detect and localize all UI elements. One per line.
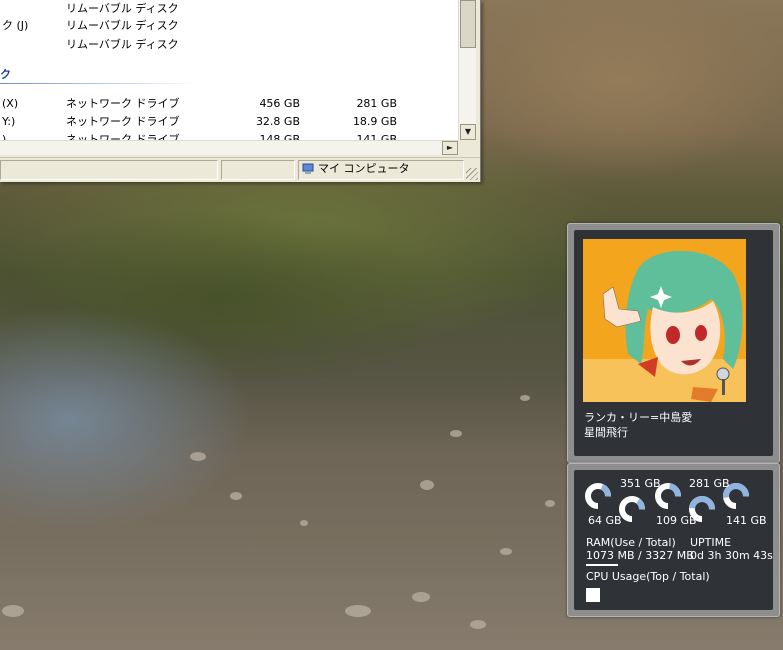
horizontal-scrollbar[interactable]: ►	[0, 140, 458, 155]
system-monitor-panel: 64 GB 351 GB 109 GB 281 GB 141 GB RAM(Us…	[574, 470, 773, 610]
drive-type: リムーバブル ディスク	[66, 19, 179, 32]
cpu-usage-graph	[586, 588, 600, 602]
system-monitor-gadget: 64 GB 351 GB 109 GB 281 GB 141 GB RAM(Us…	[567, 463, 780, 617]
drive-type: リムーバブル ディスク	[66, 2, 179, 15]
list-item[interactable]: ) ネットワーク ドライブ 148 GB 141 GB	[0, 131, 458, 140]
drive-label: 281 GB	[689, 477, 730, 490]
group-label: ク	[0, 68, 11, 81]
list-item[interactable]: リムーバブル ディスク	[0, 0, 458, 18]
drive-type: リムーバブル ディスク	[66, 38, 179, 51]
status-bar: マイ コンピュータ	[0, 157, 480, 182]
drive-type: ネットワーク ドライブ	[66, 97, 180, 110]
status-segment	[0, 160, 218, 180]
track-artist: 星間飛行	[584, 426, 628, 439]
music-gadget: ランカ・リー=中島愛 星間飛行	[567, 223, 780, 463]
my-computer-icon	[302, 163, 314, 174]
list-item[interactable]: Y:) ネットワーク ドライブ 32.8 GB 18.9 GB	[0, 113, 458, 131]
ram-label: RAM(Use / Total)	[586, 536, 676, 549]
list-item[interactable]: リムーバブル ディスク	[0, 36, 458, 54]
drive-name: ク (J)	[2, 19, 29, 32]
ram-value: 1073 MB / 3327 MB	[586, 549, 694, 562]
drive-total: 456 GB	[259, 97, 300, 110]
drive-label: 109 GB	[656, 514, 697, 527]
drive-name: Y:)	[2, 115, 16, 128]
drive-ring-icon	[619, 496, 645, 522]
drive-type: ネットワーク ドライブ	[66, 115, 180, 128]
scroll-down-button[interactable]: ▼	[460, 124, 476, 140]
album-art-image	[583, 239, 746, 402]
list-item[interactable]: (X) ネットワーク ドライブ 456 GB 281 GB	[0, 95, 458, 113]
album-art[interactable]	[583, 239, 746, 402]
drive-label: 351 GB	[620, 477, 661, 490]
scrollbar-corner	[458, 140, 480, 156]
drive-label: 64 GB	[588, 514, 622, 527]
drive-name: )	[2, 133, 7, 140]
drive-list: リムーバブル ディスク ク (J) リムーバブル ディスク リムーバブル ディス…	[0, 0, 458, 140]
music-gadget-panel: ランカ・リー=中島愛 星間飛行	[574, 230, 773, 456]
drive-ring-icon	[585, 483, 611, 509]
vertical-scroll-thumb[interactable]	[460, 0, 476, 48]
status-location-text: マイ コンピュータ	[318, 162, 410, 175]
drive-free: 281 GB	[356, 97, 397, 110]
drive-name: (X)	[2, 97, 19, 110]
drive-total: 148 GB	[259, 133, 300, 140]
status-location: マイ コンピュータ	[302, 161, 410, 177]
drive-free: 141 GB	[356, 133, 397, 140]
resize-grip[interactable]	[466, 168, 478, 180]
drive-free: 18.9 GB	[352, 115, 397, 128]
scroll-right-button[interactable]: ►	[442, 141, 458, 155]
status-segment	[221, 160, 295, 180]
drive-label: 141 GB	[726, 514, 767, 527]
drive-total: 32.8 GB	[255, 115, 300, 128]
group-divider	[0, 83, 200, 84]
group-header: ク	[0, 64, 458, 86]
uptime-value: 0d 3h 30m 43s	[690, 549, 773, 562]
cpu-label: CPU Usage(Top / Total)	[586, 570, 710, 583]
vertical-scrollbar[interactable]: ▼	[458, 0, 476, 140]
explorer-window: リムーバブル ディスク ク (J) リムーバブル ディスク リムーバブル ディス…	[0, 0, 481, 182]
uptime-label: UPTIME	[690, 536, 732, 549]
track-title: ランカ・リー=中島愛	[584, 411, 693, 424]
list-item[interactable]: ク (J) リムーバブル ディスク	[0, 17, 458, 35]
drive-type: ネットワーク ドライブ	[66, 133, 180, 140]
ram-usage-bar	[586, 564, 618, 566]
